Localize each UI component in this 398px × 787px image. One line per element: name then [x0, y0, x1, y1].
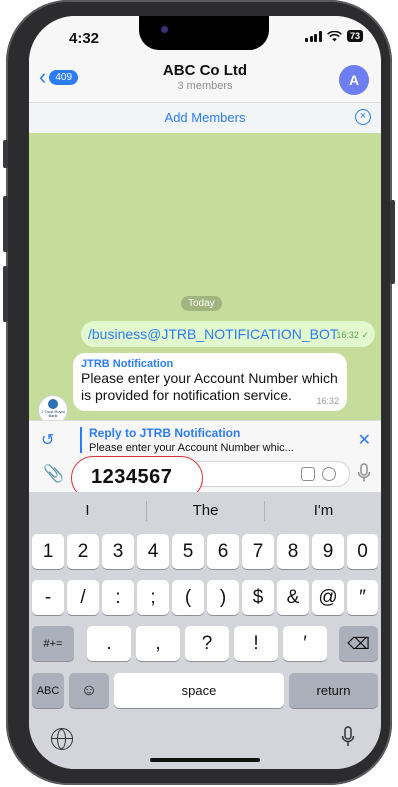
key-apostrophe[interactable]: ′	[283, 626, 327, 661]
paperclip-icon[interactable]: 📎	[43, 464, 64, 484]
key-3[interactable]: 3	[102, 534, 134, 569]
outgoing-message-text[interactable]: /business@JTRB_NOTIFICATION_BOT	[88, 326, 338, 342]
bank-logo-icon	[48, 399, 58, 409]
volume-down-button	[3, 266, 8, 322]
key-dollar[interactable]: $	[242, 580, 274, 615]
keyboard: I The I'm 1 2 3 4 5 6 7 8 9 0 - / : ; ( …	[29, 492, 381, 769]
key-0[interactable]: 0	[347, 534, 378, 569]
key-question[interactable]: ?	[185, 626, 229, 661]
key-ampersand[interactable]: &	[277, 580, 309, 615]
key-comma[interactable]: ,	[136, 626, 180, 661]
input-value: 1234567	[91, 466, 173, 488]
command-icon[interactable]	[301, 467, 315, 481]
volume-up-button	[3, 196, 8, 252]
key-colon[interactable]: :	[102, 580, 134, 615]
sticker-icon[interactable]	[322, 467, 336, 481]
date-chip: Today	[181, 296, 222, 311]
reply-title: Reply to JTRB Notification	[89, 426, 241, 440]
key-2[interactable]: 2	[67, 534, 99, 569]
sender-name[interactable]: JTRB Notification	[81, 358, 173, 370]
key-9[interactable]: 9	[312, 534, 344, 569]
add-members-button[interactable]: Add Members	[29, 110, 381, 125]
close-reply-icon[interactable]: ✕	[358, 430, 371, 450]
close-icon[interactable]: ×	[355, 109, 371, 125]
chat-title[interactable]: ABC Co Ltd	[29, 62, 381, 79]
space-key[interactable]: space	[114, 673, 284, 708]
status-time: 4:32	[69, 30, 100, 47]
suggestion-bar: I The I'm	[29, 492, 381, 530]
symbols-toggle-key[interactable]: #+=	[32, 626, 74, 661]
key-1[interactable]: 1	[32, 534, 64, 569]
incoming-message-time: 16:32	[316, 396, 339, 406]
add-members-bar: Add Members ×	[29, 102, 381, 134]
incoming-message[interactable]: JTRB Notification Please enter your Acco…	[73, 353, 347, 411]
outgoing-message-meta: 16:32 ✓	[336, 330, 369, 341]
key-quote[interactable]: ″	[347, 580, 378, 615]
signal-icon	[305, 30, 322, 42]
key-hyphen[interactable]: -	[32, 580, 64, 615]
key-semicolon[interactable]: ;	[137, 580, 169, 615]
home-indicator[interactable]	[150, 758, 260, 762]
key-exclamation[interactable]: !	[234, 626, 278, 661]
suggestion-3[interactable]: I'm	[265, 492, 381, 530]
backspace-key[interactable]: ⌫	[339, 626, 378, 661]
suggestion-1[interactable]: I	[29, 492, 146, 530]
key-close-paren[interactable]: )	[207, 580, 239, 615]
return-key[interactable]: return	[289, 673, 378, 708]
double-check-icon: ✓	[361, 330, 369, 340]
reply-snippet: Please enter your Account Number whic...	[89, 442, 294, 454]
battery-icon: 73	[346, 30, 363, 42]
bot-avatar-text: J Trust Royal Bank	[41, 409, 65, 418]
wifi-icon	[327, 30, 342, 41]
group-avatar[interactable]: A	[339, 65, 369, 95]
side-button	[390, 200, 395, 284]
reply-arrow-icon: ↺	[41, 432, 55, 449]
key-6[interactable]: 6	[207, 534, 239, 569]
camera-dot	[161, 26, 168, 33]
globe-icon[interactable]	[51, 728, 73, 750]
abc-key[interactable]: ABC	[32, 673, 64, 708]
dictation-microphone-icon[interactable]	[341, 726, 355, 748]
screen: 4:32 73 ‹ 409 ABC Co Ltd 3 members A Add…	[29, 16, 381, 769]
key-at[interactable]: @	[312, 580, 344, 615]
emoji-key[interactable]: ☺	[69, 673, 109, 708]
key-4[interactable]: 4	[137, 534, 169, 569]
reply-accent-line	[80, 427, 82, 453]
microphone-icon[interactable]	[357, 463, 371, 483]
key-open-paren[interactable]: (	[172, 580, 204, 615]
message-list[interactable]: Today /business@JTRB_NOTIFICATION_BOT 16…	[29, 133, 381, 425]
incoming-message-text: Please enter your Account Number which i…	[81, 370, 338, 403]
phone-frame: 4:32 73 ‹ 409 ABC Co Ltd 3 members A Add…	[3, 0, 395, 785]
dynamic-island	[139, 16, 269, 50]
chat-header: ‹ 409 ABC Co Ltd 3 members A	[29, 60, 381, 102]
key-period[interactable]: .	[87, 626, 131, 661]
suggestion-2[interactable]: The	[147, 492, 264, 530]
reply-bar: ↺ Reply to JTRB Notification Please ente…	[29, 420, 381, 459]
key-5[interactable]: 5	[172, 534, 204, 569]
key-8[interactable]: 8	[277, 534, 309, 569]
emoji-icon: ☺	[80, 681, 98, 699]
key-slash[interactable]: /	[67, 580, 99, 615]
member-count: 3 members	[177, 80, 233, 92]
backspace-icon: ⌫	[347, 635, 370, 653]
outgoing-message-time: 16:32	[336, 330, 359, 340]
outgoing-message[interactable]: /business@JTRB_NOTIFICATION_BOT 16:32 ✓	[81, 321, 375, 347]
key-7[interactable]: 7	[242, 534, 274, 569]
mute-switch	[3, 140, 8, 168]
status-icons: 73	[305, 30, 363, 42]
